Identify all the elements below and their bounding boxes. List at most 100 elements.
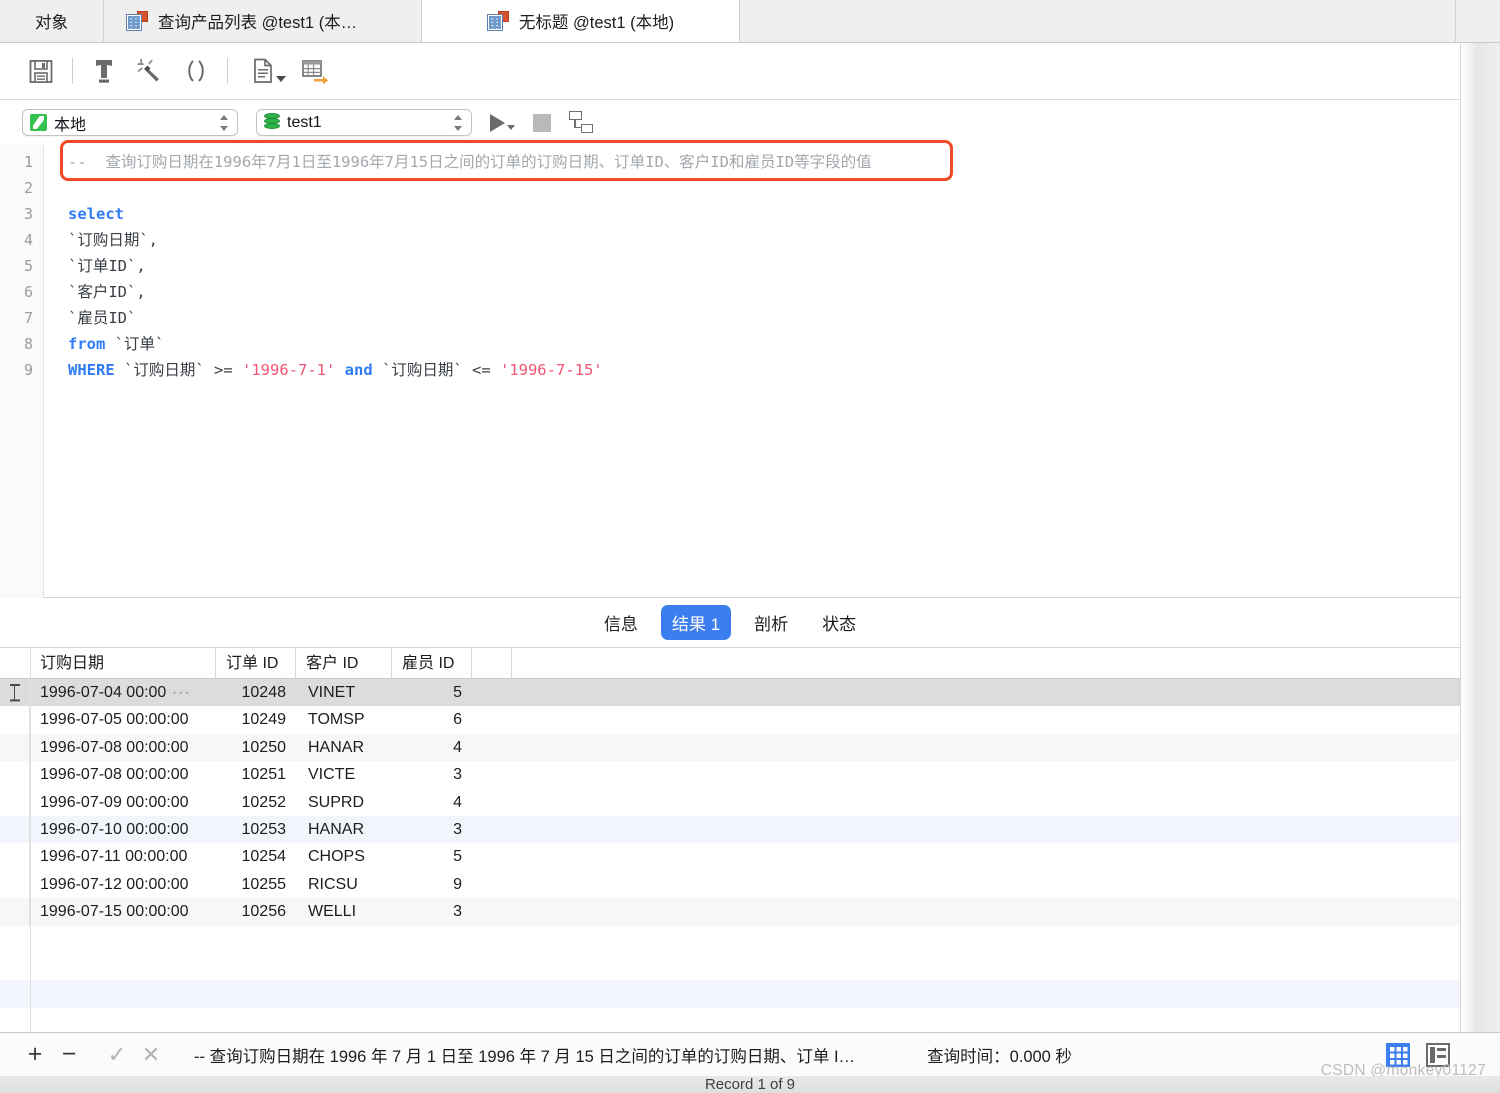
text-tool-button[interactable] <box>81 49 127 93</box>
table-row[interactable]: 1996-07-15 00:00:00 10256 WELLI 3 <box>0 898 1460 926</box>
row-selector[interactable] <box>0 870 30 899</box>
code-line[interactable]: WHERE `订购日期` >= '1996-7-1' and `订购日期` <=… <box>44 357 1460 383</box>
parentheses-button[interactable] <box>173 49 219 93</box>
cell-order-date[interactable]: 1996-07-12 00:00:00 <box>30 871 216 898</box>
stop-query-button[interactable] <box>533 113 551 132</box>
export-table-button[interactable] <box>292 49 338 93</box>
table-row[interactable]: 1996-07-08 00:00:00 10250 HANAR 4 <box>0 733 1460 762</box>
cell-customer-id[interactable]: CHOPS <box>296 843 392 870</box>
table-row[interactable]: 1996-07-10 00:00:00 10253 HANAR 3 <box>0 815 1460 844</box>
cell-order-date[interactable]: 1996-07-05 00:00:00 <box>30 706 216 733</box>
cell-employee-id[interactable]: 9 <box>392 871 472 898</box>
cell-order-id[interactable]: 10251 <box>216 761 296 788</box>
table-row[interactable]: 1996-07-12 00:00:00 10255 RICSU 9 <box>0 870 1460 899</box>
cancel-edit-button[interactable]: ✕ <box>134 1038 168 1072</box>
server-select[interactable]: 本地 <box>22 109 238 136</box>
cell-order-date[interactable]: 1996-07-04 00:00 ··· <box>30 679 216 706</box>
cell-employee-id[interactable]: 6 <box>392 706 472 733</box>
cell-order-id[interactable]: 10255 <box>216 871 296 898</box>
document-dropdown-button[interactable] <box>236 49 292 93</box>
sql-code-area[interactable]: -- 查询订购日期在1996年7月1日至1996年7月15日之间的订单的订购日期… <box>44 145 1460 597</box>
cell-order-id[interactable]: 10256 <box>216 898 296 925</box>
cell-employee-id[interactable]: 4 <box>392 789 472 816</box>
cell-order-date[interactable]: 1996-07-10 00:00:00 <box>30 816 216 843</box>
table-row[interactable]: 1996-07-04 00:00 ··· 10248 VINET 5 <box>0 679 1460 707</box>
cell-customer-id[interactable]: VICTE <box>296 761 392 788</box>
save-button[interactable] <box>18 49 64 93</box>
cell-customer-id[interactable]: RICSU <box>296 871 392 898</box>
result-tab-0[interactable]: 信息 <box>593 605 649 640</box>
cell-customer-id[interactable]: WELLI <box>296 898 392 925</box>
cell-customer-id[interactable]: SUPRD <box>296 789 392 816</box>
cell-customer-id[interactable]: TOMSP <box>296 706 392 733</box>
cell-customer-id[interactable]: VINET <box>296 679 392 706</box>
result-tab-3[interactable]: 状态 <box>811 605 867 640</box>
cell-order-id[interactable]: 10253 <box>216 816 296 843</box>
delete-record-button[interactable]: − <box>52 1038 86 1072</box>
cell-order-date[interactable]: 1996-07-11 00:00:00 <box>30 843 216 870</box>
explain-plan-button[interactable] <box>569 110 595 135</box>
cell-employee-id[interactable]: 5 <box>392 843 472 870</box>
row-selector[interactable] <box>0 898 30 926</box>
cell-employee-id[interactable]: 3 <box>392 898 472 925</box>
add-record-button[interactable]: + <box>18 1038 52 1072</box>
cell-order-id[interactable]: 10252 <box>216 789 296 816</box>
result-tab-2[interactable]: 剖析 <box>743 605 799 640</box>
table-row[interactable]: 1996-07-11 00:00:00 10254 CHOPS 5 <box>0 843 1460 871</box>
cell-order-id[interactable]: 10249 <box>216 706 296 733</box>
row-selector[interactable] <box>0 706 30 734</box>
cell-employee-id[interactable]: 5 <box>392 679 472 706</box>
grid-body[interactable]: 1996-07-04 00:00 ··· 10248 VINET 5 1996-07-0… <box>0 679 1460 1032</box>
cell-order-id[interactable]: 10250 <box>216 734 296 761</box>
column-header-employee-id[interactable]: 雇员 ID <box>392 648 472 679</box>
column-header-order-date[interactable]: 订购日期 <box>30 648 216 679</box>
row-selector[interactable] <box>0 761 30 789</box>
beautify-sql-button[interactable] <box>127 49 173 93</box>
form-view-button[interactable] <box>1426 1042 1450 1067</box>
result-tab-1[interactable]: 结果 1 <box>660 605 732 640</box>
code-line[interactable]: `订单ID`, <box>44 253 1460 279</box>
confirm-edit-button[interactable]: ✓ <box>100 1038 134 1072</box>
cell-customer-id[interactable]: HANAR <box>296 816 392 843</box>
cell-order-id[interactable]: 10254 <box>216 843 296 870</box>
cell-order-id[interactable]: 10248 <box>216 679 296 706</box>
grid-view-button[interactable] <box>1386 1042 1410 1067</box>
row-selector[interactable] <box>0 815 30 844</box>
row-selector[interactable] <box>0 679 30 707</box>
row-selector[interactable] <box>0 733 30 762</box>
cell-employee-id[interactable]: 4 <box>392 734 472 761</box>
code-line[interactable]: -- 查询订购日期在1996年7月1日至1996年7月15日之间的订单的订购日期… <box>44 149 1460 175</box>
tab-untitled[interactable]: 无标题 @test1 (本地) <box>422 0 740 42</box>
cell-employee-id[interactable]: 3 <box>392 761 472 788</box>
cell-order-date[interactable]: 1996-07-15 00:00:00 <box>30 898 216 925</box>
code-line[interactable]: `雇员ID` <box>44 305 1460 331</box>
cell-order-date[interactable]: 1996-07-09 00:00:00 <box>30 789 216 816</box>
cell-employee-id[interactable]: 3 <box>392 816 472 843</box>
code-line[interactable] <box>44 175 1460 201</box>
tab-query-product-list[interactable]: 查询产品列表 @test1 (本… <box>104 0 422 42</box>
database-select[interactable]: test1 <box>256 109 472 136</box>
window-right-scroll-area[interactable] <box>1460 43 1500 1093</box>
column-header-customer-id[interactable]: 客户 ID <box>296 648 392 679</box>
code-line[interactable]: `客户ID`, <box>44 279 1460 305</box>
run-query-button[interactable] <box>490 113 515 132</box>
status-footer: Record 1 of 9 <box>0 1076 1500 1093</box>
sql-editor[interactable]: 1 2 3 4 5 6 7 8 9 -- 查询订购日期在1996年7月1日至1996年7月15日… <box>0 145 1460 598</box>
line-number: 8 <box>23 335 33 353</box>
table-row[interactable]: 1996-07-08 00:00:00 10251 VICTE 3 <box>0 761 1460 789</box>
cell-order-date[interactable]: 1996-07-08 00:00:00 <box>30 761 216 788</box>
save-icon <box>29 59 53 83</box>
row-selector[interactable] <box>0 843 30 871</box>
cell-order-date[interactable]: 1996-07-08 00:00:00 <box>30 734 216 761</box>
code-line[interactable]: select <box>44 201 1460 227</box>
cell-customer-id[interactable]: HANAR <box>296 734 392 761</box>
row-selector[interactable] <box>0 788 30 816</box>
column-header-order-id[interactable]: 订单 ID <box>216 648 296 679</box>
code-line[interactable]: from `订单` <box>44 331 1460 357</box>
table-row[interactable]: 1996-07-09 00:00:00 10252 SUPRD 4 <box>0 788 1460 816</box>
table-row[interactable]: 1996-07-05 00:00:00 10249 TOMSP 6 <box>0 706 1460 734</box>
code-line[interactable]: `订购日期`, <box>44 227 1460 253</box>
line-number: 2 <box>23 179 33 197</box>
tab-objects[interactable]: 对象 <box>0 0 104 42</box>
result-grid[interactable]: 订购日期 订单 ID 客户 ID 雇员 ID 1996-07-04 00:00 … <box>0 648 1460 1032</box>
